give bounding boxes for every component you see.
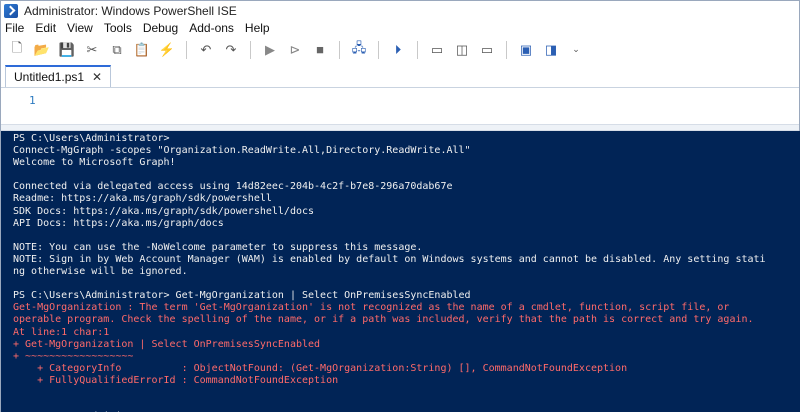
tab-label: Untitled1.ps1 — [14, 70, 85, 84]
new-file-icon[interactable]: 🗋 — [7, 40, 27, 60]
console-line: Readme: https://aka.ms/graph/sdk/powersh… — [13, 193, 272, 205]
paste-icon[interactable]: 📋 — [132, 40, 152, 60]
clear-console-icon[interactable]: ⚡ — [157, 40, 177, 60]
console-line: PS C:\Users\Administrator> — [13, 133, 170, 144]
menu-tools[interactable]: Tools — [104, 21, 132, 35]
script-editor[interactable]: 1 — [1, 88, 799, 124]
show-script-pane-top-icon[interactable]: ▭ — [427, 40, 447, 60]
toolbar: 🗋 📂 💾 ✂ ⧉ 📋 ⚡ ↶ ↷ ▶ ⊳ ■ 🖧 ⏵ ▭ ◫ ▭ ▣ ◨ ⌄ — [1, 36, 799, 63]
console-line: operable program. Check the spelling of … — [13, 314, 754, 326]
toolbar-separator — [186, 40, 187, 59]
toolbar-separator — [417, 40, 418, 59]
powershell-ise-app-icon — [4, 3, 18, 18]
toolbar-separator — [339, 40, 340, 59]
show-script-pane-right-icon[interactable]: ◫ — [452, 40, 472, 60]
console-pane[interactable]: PS C:\Users\Administrator> Connect-MgGrap… — [1, 131, 800, 412]
console-line: + FullyQualifiedErrorId : CommandNotFoun… — [13, 374, 339, 386]
powershell-ise-window: Administrator: Windows PowerShell ISE Fi… — [0, 0, 800, 412]
undo-icon[interactable]: ↶ — [196, 40, 216, 60]
start-powershell-icon[interactable]: ⏵ — [388, 40, 408, 60]
save-icon[interactable]: 💾 — [57, 40, 77, 60]
console-line: SDK Docs: https://aka.ms/graph/sdk/power… — [13, 205, 315, 217]
console-line: Welcome to Microsoft Graph! — [13, 157, 176, 169]
copy-icon[interactable]: ⧉ — [107, 40, 127, 60]
run-script-icon[interactable]: ▶ — [260, 40, 280, 60]
console-line: + ~~~~~~~~~~~~~~~~~~ — [13, 350, 134, 362]
cut-icon[interactable]: ✂ — [82, 40, 102, 60]
show-script-pane-maximized-icon[interactable]: ▭ — [477, 40, 497, 60]
close-tab-icon[interactable]: ✕ — [92, 70, 102, 84]
console-line: Connected via delegated access using 14d… — [13, 181, 453, 193]
title-bar: Administrator: Windows PowerShell ISE — [1, 1, 799, 20]
menu-view[interactable]: View — [67, 21, 93, 35]
show-command-addon-icon[interactable]: ◨ — [541, 40, 561, 60]
script-tab-strip: Untitled1.ps1 ✕ — [1, 63, 799, 88]
show-command-window-icon[interactable]: ▣ — [516, 40, 536, 60]
console-line: ng otherwise will be ignored. — [13, 266, 188, 278]
remote-powershell-icon[interactable]: 🖧 — [349, 40, 369, 60]
toolbar-overflow-icon[interactable]: ⌄ — [566, 40, 586, 60]
line-number: 1 — [29, 94, 36, 107]
console-line: NOTE: You can use the -NoWelcome paramet… — [13, 241, 423, 253]
console-line: NOTE: Sign in by Web Account Manager (WA… — [13, 253, 766, 265]
menu-bar: File Edit View Tools Debug Add-ons Help — [1, 20, 799, 36]
toolbar-separator — [250, 40, 251, 59]
toolbar-separator — [506, 40, 507, 59]
redo-icon[interactable]: ↷ — [221, 40, 241, 60]
open-folder-icon[interactable]: 📂 — [32, 40, 52, 60]
toolbar-separator — [378, 40, 379, 59]
run-selection-icon[interactable]: ⊳ — [285, 40, 305, 60]
pane-splitter[interactable] — [1, 124, 799, 131]
window-title: Administrator: Windows PowerShell ISE — [24, 3, 237, 18]
menu-debug[interactable]: Debug — [143, 21, 178, 35]
menu-edit[interactable]: Edit — [35, 21, 56, 35]
menu-file[interactable]: File — [5, 21, 24, 35]
console-line: PS C:\Users\Administrator> Get-MgOrganiz… — [13, 290, 471, 302]
menu-add-ons[interactable]: Add-ons — [189, 21, 234, 35]
console-line: At line:1 char:1 — [13, 326, 110, 338]
stop-icon[interactable]: ■ — [310, 40, 330, 60]
console-line: + CategoryInfo : ObjectNotFound: (Get-Mg… — [13, 362, 628, 374]
console-line: + Get-MgOrganization | Select OnPremises… — [13, 338, 321, 350]
console-line: API Docs: https://aka.ms/graph/docs — [13, 217, 224, 229]
console-line: Connect-MgGraph -scopes "Organization.Re… — [13, 145, 471, 157]
console-line: Get-MgOrganization : The term 'Get-MgOrg… — [13, 302, 730, 314]
menu-help[interactable]: Help — [245, 21, 270, 35]
tab-untitled1[interactable]: Untitled1.ps1 ✕ — [5, 65, 112, 87]
